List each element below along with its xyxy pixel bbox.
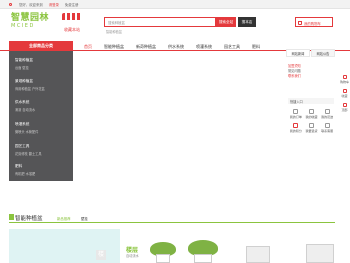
register-link[interactable]: 免费注册 [65, 2, 79, 7]
quick-entry-grid: 我的订单 我的收藏 我的足迹 我的积分 我要退货 联系客服 [288, 109, 335, 133]
product-image[interactable] [306, 244, 334, 263]
top-icon [342, 103, 347, 107]
news-link[interactable]: 联系我们 [288, 74, 335, 79]
category-item[interactable]: 喷灌系统 微喷头 水管配件 [15, 122, 38, 134]
service-icon [324, 123, 330, 128]
cart-label: 我的购物车 [304, 21, 321, 26]
quick-entry-label: 我的足迹 [321, 115, 334, 119]
order-icon [293, 109, 299, 114]
quick-order[interactable]: 我的订单 [288, 109, 304, 119]
category-title[interactable]: 肥料 [15, 164, 35, 169]
nav-water-supply[interactable]: 供水系统 [168, 44, 184, 50]
floor-title: 智能种植盆 [15, 216, 43, 222]
footprint-icon [324, 109, 330, 114]
logo-text-en: MCIED [11, 23, 35, 29]
category-item[interactable]: 智能种植盆 台面 壁挂 [15, 58, 33, 70]
search-input[interactable]: 搜索种植盆 [104, 17, 216, 27]
side-tool-label: 顶部 [341, 108, 348, 112]
category-title[interactable]: 智能种植盆 [15, 58, 33, 63]
category-title[interactable]: 景观种植盆 [15, 79, 45, 84]
floor-marker [9, 214, 14, 220]
category-sub[interactable]: 微喷头 水管配件 [15, 129, 38, 134]
return-icon [308, 123, 314, 128]
welcome-text: 您好，欢迎来到 [19, 3, 43, 7]
cart-icon [342, 75, 347, 79]
page: 您好，欢迎来到 请登录 免费注册 智慧园林 MCIED 收藏本站 搜索种植盆 搜… [0, 0, 350, 263]
awning-icon [62, 13, 82, 20]
user-panel: 网站新闻 网站公告 加盟须知 常见问题 联系我们 快捷入口 我的订单 我的收藏 … [286, 49, 335, 133]
quick-entry-label: 快捷入口 [288, 98, 334, 104]
banner-badge: 楼 [96, 250, 106, 260]
quick-footprint[interactable]: 我的足迹 [319, 109, 335, 119]
category-item[interactable]: 景观种植盆 商用种植盆 户外花盆 [15, 79, 45, 91]
heart-icon [308, 109, 314, 114]
nav-home[interactable]: 首页 [84, 44, 92, 50]
category-title[interactable]: 园艺工具 [15, 144, 42, 149]
category-title[interactable]: 供水系统 [15, 100, 35, 105]
site-logo[interactable]: 智慧园林 MCIED [11, 13, 51, 30]
nav-garden-tools[interactable]: 园艺工具 [224, 44, 240, 50]
hot-search-word[interactable]: 智能种植盆 [106, 29, 122, 34]
side-top[interactable]: 顶部 [339, 103, 350, 112]
category-item[interactable]: 肥料 有机肥 水溶肥 [15, 164, 35, 176]
side-favorite[interactable]: 收藏 [339, 89, 350, 98]
logo-text-cn: 智慧园林 [11, 13, 50, 23]
category-title[interactable]: 喷灌系统 [15, 122, 38, 127]
side-toolbar: 购物车 收藏 顶部 [339, 75, 350, 117]
floor-tab-new[interactable]: 新品推荐 [57, 216, 71, 221]
nav-fertilizer[interactable]: 肥料 [252, 44, 260, 50]
cart-icon [298, 20, 302, 25]
side-tool-label: 收藏 [341, 94, 348, 98]
quick-entry-label: 我的收藏 [305, 115, 318, 119]
category-sub[interactable]: 商用种植盆 户外花盆 [15, 86, 45, 91]
category-sub[interactable]: 花剪修枝 翻土工具 [15, 151, 42, 156]
quick-favorites[interactable]: 我的收藏 [304, 109, 320, 119]
nav-novel-pot[interactable]: 新奇种植盆 [136, 44, 156, 50]
side-cart[interactable]: 购物车 [339, 75, 350, 84]
category-sub[interactable]: 有机肥 水溶肥 [15, 171, 35, 176]
quick-entry-label: 我的积分 [289, 129, 302, 133]
tab-site-news[interactable]: 网站新闻 [286, 49, 310, 57]
quick-entry-label: 联系客服 [321, 129, 334, 133]
top-utility-bar: 您好，欢迎来到 请登录 免费注册 [0, 0, 350, 9]
location-icon [9, 3, 12, 6]
shop-badge[interactable]: 收藏本站 [62, 13, 82, 33]
nav-smart-pot[interactable]: 智能种植盆 [104, 44, 124, 50]
category-item[interactable]: 园艺工具 花剪修枝 翻土工具 [15, 144, 42, 156]
quick-return[interactable]: 我要退货 [304, 123, 320, 133]
pot-image [194, 254, 212, 263]
star-icon [342, 89, 347, 93]
quick-entry-label: 我的订单 [289, 115, 302, 119]
product-image[interactable] [246, 246, 270, 263]
quick-points[interactable]: 我的积分 [288, 123, 304, 133]
pot-image [156, 254, 170, 263]
category-sub[interactable]: 滴灌 自动浇水 [15, 107, 35, 112]
floor-header: 智能种植盆 新品推荐 壁挂 [9, 213, 335, 223]
nav-sprinkler[interactable]: 喷灌系统 [196, 44, 212, 50]
badge-caption: 收藏本站 [64, 27, 80, 32]
search-shop-button[interactable]: 搜本店 [238, 17, 256, 27]
login-link[interactable]: 请登录 [49, 2, 59, 7]
tab-site-notice[interactable]: 网站公告 [311, 49, 335, 57]
side-tool-label: 购物车 [339, 80, 349, 84]
quick-entry-label: 我要退货 [305, 129, 318, 133]
search-site-button[interactable]: 搜索全站 [216, 17, 236, 27]
floor-tab-wall[interactable]: 壁挂 [81, 216, 88, 221]
category-sub[interactable]: 台面 壁挂 [15, 65, 33, 70]
category-sidebar: 智能种植盆 台面 壁挂 景观种植盆 商用种植盆 户外花盆 供水系统 滴灌 自动浇… [9, 51, 73, 181]
category-item[interactable]: 供水系统 滴灌 自动浇水 [15, 100, 35, 112]
cart-button[interactable]: 我的购物车 [295, 17, 333, 27]
points-icon [293, 123, 299, 128]
promo-subtitle: 自动浇水 [126, 254, 139, 258]
quick-service[interactable]: 联系客服 [319, 123, 335, 133]
